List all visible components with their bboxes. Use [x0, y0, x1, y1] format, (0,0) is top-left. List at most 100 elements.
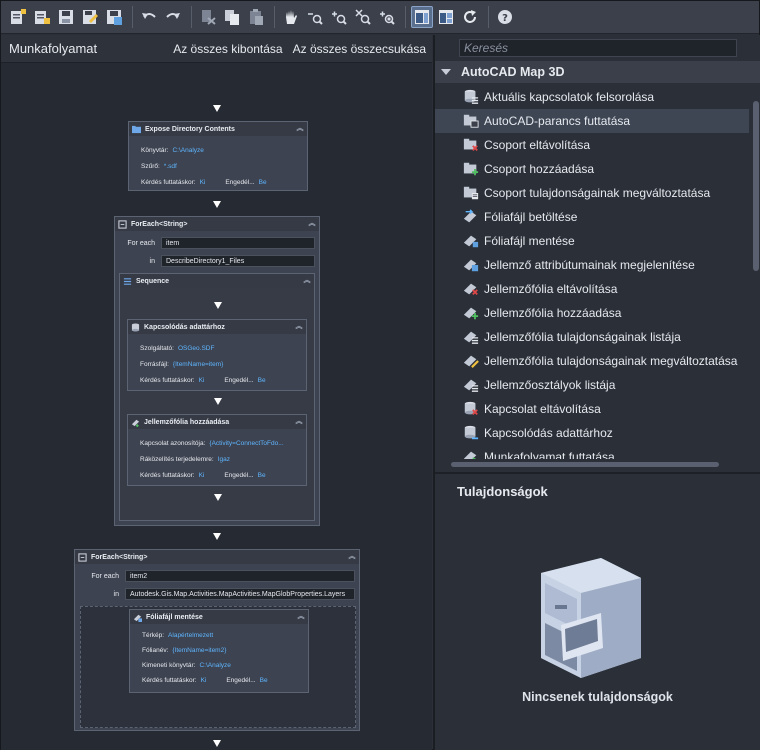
new-workflow-icon[interactable] — [7, 6, 29, 28]
field-value[interactable]: Igaz — [218, 456, 230, 463]
activity-header: ForEach<String> ︽ — [115, 217, 319, 231]
collapse-all-link[interactable]: Az összes összecsukása — [293, 42, 426, 56]
palette-item[interactable]: Csoport eltávolítása — [435, 133, 749, 157]
help-icon[interactable]: ? — [494, 6, 516, 28]
collapse-chevron-icon[interactable]: ︽ — [297, 613, 305, 621]
open-workflow-icon[interactable] — [31, 6, 53, 28]
palette-item[interactable]: Aktuális kapcsolatok felsorolása — [435, 85, 749, 109]
paste-icon[interactable] — [245, 6, 267, 28]
field-value[interactable]: Be — [260, 677, 268, 684]
collapse-chevron-icon[interactable]: ︽ — [348, 553, 356, 561]
undo-icon[interactable] — [138, 6, 160, 28]
layer-remove-icon — [463, 283, 478, 295]
search-input[interactable]: Keresés — [459, 39, 737, 57]
field-value[interactable]: Ki — [199, 472, 205, 479]
field-value[interactable]: C:\Analyze — [172, 147, 203, 154]
palette-item[interactable]: Kapcsolódás adattárhoz — [435, 421, 749, 445]
activity-sequence[interactable]: Sequence ︽ Kapcsolódás adattárhoz ︽ Szol… — [119, 273, 315, 521]
foreach-body-dropzone[interactable]: Fóliafájl mentése ︽ Térkép: Alapértelmeze… — [80, 606, 356, 728]
zoom-out-icon[interactable] — [304, 6, 326, 28]
field-value[interactable]: {Activity=ConnectToFdo... — [209, 440, 283, 447]
field-value[interactable]: {ItemName=item} — [173, 361, 223, 368]
field-value[interactable]: {ItemName=item2} — [172, 647, 226, 654]
palette-item[interactable]: Fóliafájl betöltése — [435, 205, 749, 229]
palette-item[interactable]: AutoCAD-parancs futtatása — [435, 109, 749, 133]
class-list-icon — [463, 379, 479, 392]
horizontal-scrollbar[interactable] — [435, 460, 749, 470]
pane-splitter[interactable] — [435, 472, 760, 474]
collapse-chevron-icon[interactable]: ︽ — [295, 323, 303, 331]
feature-attr-icon — [463, 259, 479, 272]
collapse-chevron-icon[interactable]: ︽ — [295, 418, 303, 426]
layer-edit-icon — [463, 355, 479, 369]
palette-item[interactable]: Fóliafájl mentése — [435, 229, 749, 253]
for-each-collection-input[interactable]: DescribeDirectory1_Files — [161, 255, 315, 267]
collapse-chevron-icon[interactable]: ︽ — [303, 277, 311, 285]
for-each-variable-input[interactable]: item — [161, 237, 315, 249]
palette-item[interactable]: Jellemzőfólia tulajdonságainak megváltoz… — [435, 349, 749, 373]
field-value[interactable]: Alapértelmezett — [168, 632, 213, 639]
field-value[interactable]: Ki — [200, 179, 206, 186]
save-icon[interactable] — [55, 6, 77, 28]
layout-horizontal-icon[interactable] — [435, 6, 457, 28]
field-label: For each — [91, 572, 119, 580]
workflow-run-icon — [463, 451, 477, 459]
field-value[interactable]: OSGeo.SDF — [178, 345, 214, 352]
field-value[interactable]: Be — [258, 472, 266, 479]
activity-foreach-2[interactable]: ForEach<String> ︽ For each item2 in Autode… — [74, 549, 360, 731]
field-value[interactable]: Ki — [201, 677, 207, 684]
activity-add-feature-layer[interactable]: Jellemzőfólia hozzáadása ︽ Kapcsolat azo… — [127, 414, 307, 486]
expand-triangle-icon[interactable] — [441, 69, 451, 75]
folder-remove-icon — [463, 138, 478, 151]
activity-connect-datastore[interactable]: Kapcsolódás adattárhoz ︽ Szolgáltató: OSG… — [127, 319, 307, 391]
palette-item[interactable]: Jellemző attribútumainak megjelenítése — [435, 253, 749, 277]
palette-item-label: Csoport eltávolítása — [484, 138, 591, 152]
palette-item[interactable]: Jellemzőfólia hozzáadása — [435, 301, 749, 325]
field-value[interactable]: Ki — [199, 377, 205, 384]
group-header-autocad-map[interactable]: AutoCAD Map 3D — [435, 61, 760, 83]
flow-arrow — [213, 740, 221, 747]
export-icon[interactable] — [103, 6, 125, 28]
palette-item[interactable]: Jellemzőosztályok listája — [435, 373, 749, 397]
redo-icon[interactable] — [162, 6, 184, 28]
palette-item[interactable]: Jellemzőfólia eltávolítása — [435, 277, 749, 301]
field-value[interactable]: Be — [258, 377, 266, 384]
palette-item[interactable]: Kapcsolat eltávolítása — [435, 397, 749, 421]
scrollbar-thumb[interactable] — [451, 462, 719, 467]
activity-expose-directory[interactable]: Expose Directory Contents ︽ Könyvtár: C:\… — [128, 121, 308, 191]
save-as-icon[interactable] — [79, 6, 101, 28]
collapse-chevron-icon[interactable]: ︽ — [296, 125, 304, 133]
expand-all-link[interactable]: Az összes kibontása — [173, 42, 282, 56]
palette-item[interactable]: Munkafolyamat futtatása — [435, 445, 749, 459]
workflow-canvas[interactable]: Expose Directory Contents ︽ Könyvtár: C:\… — [1, 64, 432, 750]
field-label: Engedél... — [225, 178, 255, 186]
field-value[interactable]: Be — [259, 179, 267, 186]
palette-item-label: Kapcsolat eltávolítása — [484, 402, 601, 416]
pan-hand-icon[interactable] — [280, 6, 302, 28]
vertical-scrollbar[interactable] — [751, 85, 760, 459]
properties-title: Tulajdonságok — [457, 484, 548, 499]
activity-title: ForEach<String> — [131, 220, 188, 228]
zoom-window-icon[interactable] — [376, 6, 398, 28]
field-label: For each — [127, 239, 155, 247]
palette-item-label: Jellemzőfólia hozzáadása — [484, 306, 622, 320]
zoom-in-icon[interactable] — [328, 6, 350, 28]
for-each-collection-input[interactable]: Autodesk.Gis.Map.Activities.MapActivitie… — [125, 588, 355, 600]
copy-icon[interactable] — [221, 6, 243, 28]
for-each-variable-input[interactable]: item2 — [125, 570, 355, 582]
collapse-chevron-icon[interactable]: ︽ — [308, 220, 316, 228]
palette-item[interactable]: Csoport hozzáadása — [435, 157, 749, 181]
cut-icon[interactable] — [197, 6, 219, 28]
zoom-extents-icon[interactable] — [352, 6, 374, 28]
layout-vertical-icon[interactable] — [411, 6, 433, 28]
toolbar-separator — [274, 6, 275, 28]
activity-save-layer-file[interactable]: Fóliafájl mentése ︽ Térkép: Alapértelmeze… — [129, 609, 309, 693]
scrollbar-thumb[interactable] — [753, 101, 759, 271]
empty-cabinet-icon — [541, 558, 641, 678]
field-value[interactable]: *.sdf — [164, 163, 177, 170]
palette-item[interactable]: Jellemzőfólia tulajdonságainak listája — [435, 325, 749, 349]
palette-item[interactable]: Csoport tulajdonságainak megváltoztatása — [435, 181, 749, 205]
field-value[interactable]: C:\Analyze — [199, 662, 230, 669]
refresh-icon[interactable] — [459, 6, 481, 28]
activity-foreach-1[interactable]: ForEach<String> ︽ For each item in Describ… — [114, 216, 320, 526]
